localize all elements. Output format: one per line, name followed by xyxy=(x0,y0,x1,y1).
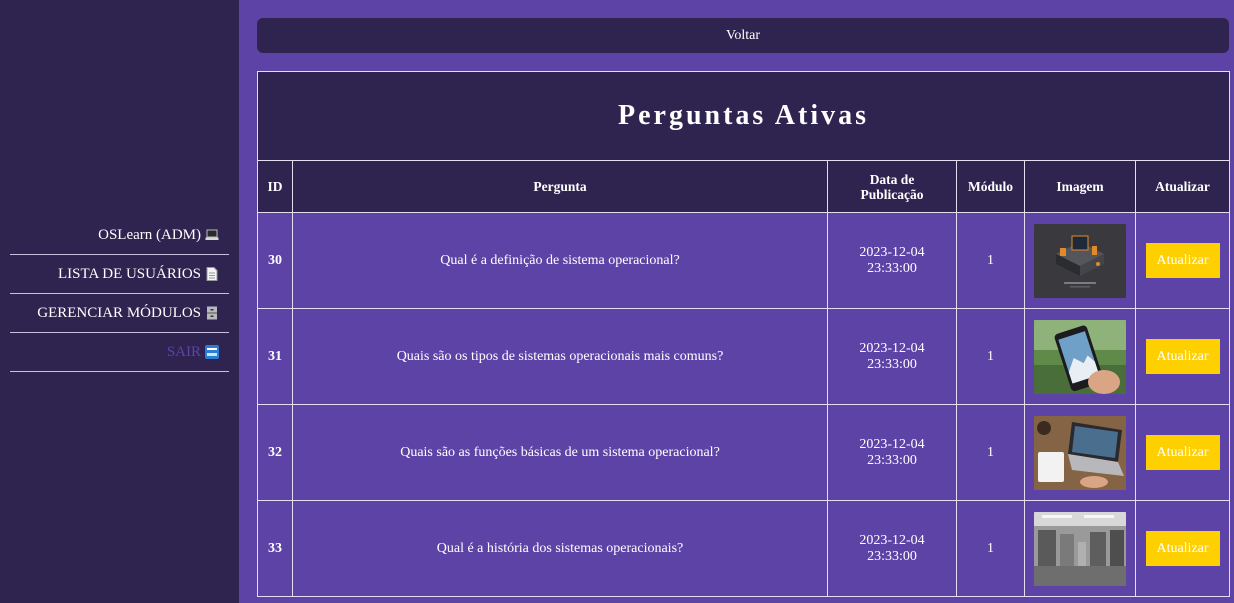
file-cabinet-icon xyxy=(205,306,219,320)
sidebar-item-manage-modules[interactable]: GERENCIAR MÓDULOS xyxy=(10,294,229,333)
table-row: 32 Quais são as funções básicas de um si… xyxy=(257,404,1230,501)
row-time: 23:33:00 xyxy=(867,260,917,276)
row-date: 2023-12-04 xyxy=(859,340,925,356)
row-question: Qual é a história dos sistemas operacion… xyxy=(292,500,828,597)
sidebar-item-label: SAIR xyxy=(166,343,201,360)
update-button[interactable]: Atualizar xyxy=(1145,243,1220,278)
update-button[interactable]: Atualizar xyxy=(1145,339,1220,374)
row-module: 1 xyxy=(956,500,1025,597)
document-icon xyxy=(205,267,219,281)
column-header-module: Módulo xyxy=(956,160,1025,213)
row-publish-date: 2023-12-04 23:33:00 xyxy=(827,500,957,597)
mainframe-room-image xyxy=(1034,511,1126,586)
exit-icon xyxy=(205,345,219,359)
laptop-icon xyxy=(205,228,219,242)
smartphone-image xyxy=(1034,319,1126,394)
table-header-row: ID Pergunta Data de Publicação Módulo Im… xyxy=(257,160,1230,213)
column-header-publish-date-line2: Publicação xyxy=(860,186,924,202)
row-update-cell: Atualizar xyxy=(1135,308,1230,405)
sidebar-item-users-list[interactable]: LISTA DE USUÁRIOS xyxy=(10,255,229,294)
sidebar-item-label: OSLearn (ADM) xyxy=(98,226,201,243)
update-button[interactable]: Atualizar xyxy=(1145,531,1220,566)
table-row: 30 Qual é a definição de sistema operaci… xyxy=(257,212,1230,309)
row-image-cell xyxy=(1024,500,1136,597)
row-update-cell: Atualizar xyxy=(1135,404,1230,501)
row-publish-date: 2023-12-04 23:33:00 xyxy=(827,308,957,405)
row-publish-date: 2023-12-04 23:33:00 xyxy=(827,404,957,501)
row-id: 30 xyxy=(257,212,293,309)
row-question: Quais são as funções básicas de um siste… xyxy=(292,404,828,501)
table-row: 31 Quais são os tipos de sistemas operac… xyxy=(257,308,1230,405)
row-date: 2023-12-04 xyxy=(859,532,925,548)
row-publish-date: 2023-12-04 23:33:00 xyxy=(827,212,957,309)
row-date: 2023-12-04 xyxy=(859,436,925,452)
column-header-publish-date-line1: Data de xyxy=(869,171,915,187)
isometric-computer-image xyxy=(1034,223,1126,298)
row-time: 23:33:00 xyxy=(867,452,917,468)
table-title: Perguntas Ativas xyxy=(257,71,1230,161)
row-image-cell xyxy=(1024,212,1136,309)
row-module: 1 xyxy=(956,212,1025,309)
row-time: 23:33:00 xyxy=(867,356,917,372)
questions-table: Perguntas Ativas ID Pergunta Data de Pub… xyxy=(257,71,1230,597)
column-header-publish-date: Data de Publicação xyxy=(827,160,957,213)
row-date: 2023-12-04 xyxy=(859,244,925,260)
back-button[interactable]: Voltar xyxy=(257,18,1229,53)
sidebar-nav: OSLearn (ADM) LISTA DE USUÁRIOS GERENCIA… xyxy=(10,216,229,372)
row-id: 31 xyxy=(257,308,293,405)
row-module: 1 xyxy=(956,404,1025,501)
sidebar-item-oslearn-adm[interactable]: OSLearn (ADM) xyxy=(10,216,229,255)
laptop-desk-image xyxy=(1034,415,1126,490)
table-row: 33 Qual é a história dos sistemas operac… xyxy=(257,500,1230,597)
row-time: 23:33:00 xyxy=(867,548,917,564)
column-header-update: Atualizar xyxy=(1135,160,1230,213)
row-module: 1 xyxy=(956,308,1025,405)
update-button[interactable]: Atualizar xyxy=(1145,435,1220,470)
row-question: Qual é a definição de sistema operaciona… xyxy=(292,212,828,309)
sidebar-item-label: GERENCIAR MÓDULOS xyxy=(37,304,201,321)
sidebar-item-label: LISTA DE USUÁRIOS xyxy=(58,265,201,282)
column-header-question: Pergunta xyxy=(292,160,828,213)
column-header-image: Imagem xyxy=(1024,160,1136,213)
row-update-cell: Atualizar xyxy=(1135,500,1230,597)
sidebar-item-logout[interactable]: SAIR xyxy=(10,333,229,372)
row-update-cell: Atualizar xyxy=(1135,212,1230,309)
questions-table-wrapper: Perguntas Ativas ID Pergunta Data de Pub… xyxy=(257,71,1230,597)
column-header-id: ID xyxy=(257,160,293,213)
row-image-cell xyxy=(1024,404,1136,501)
row-id: 32 xyxy=(257,404,293,501)
row-question: Quais são os tipos de sistemas operacion… xyxy=(292,308,828,405)
row-id: 33 xyxy=(257,500,293,597)
row-image-cell xyxy=(1024,308,1136,405)
sidebar: OSLearn (ADM) LISTA DE USUÁRIOS GERENCIA… xyxy=(0,0,239,603)
